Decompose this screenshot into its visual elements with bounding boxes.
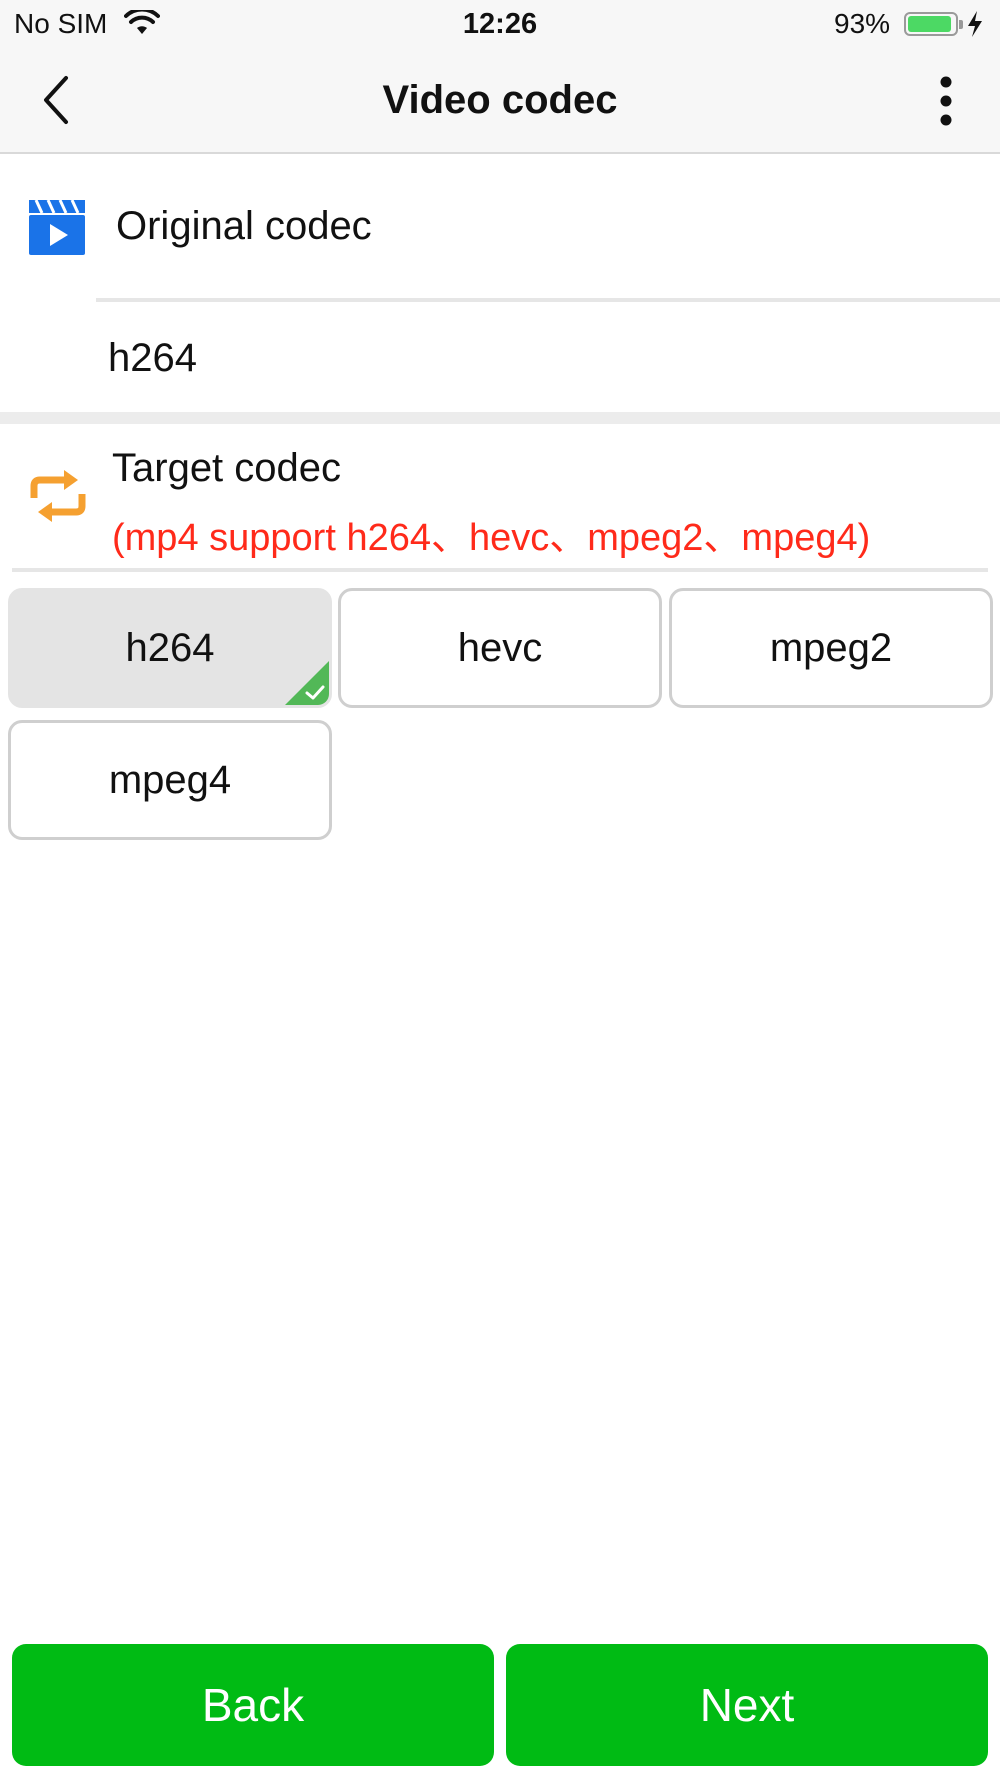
codec-option-label: hevc <box>457 625 543 670</box>
divider <box>12 568 988 572</box>
codec-option-label: mpeg4 <box>108 757 232 802</box>
original-codec-label: Original codec <box>116 204 372 248</box>
screen: No SIM 12:26 93% Video codec Original co… <box>0 0 1000 1778</box>
original-codec-value: h264 <box>108 336 197 380</box>
page-title: Video codec <box>382 78 618 122</box>
nav-bar: Video codec <box>0 48 1000 154</box>
back-button[interactable]: Back <box>12 1644 494 1766</box>
codec-option-mpeg4[interactable]: mpeg4 <box>8 720 332 840</box>
divider <box>96 298 1000 302</box>
battery-fill <box>908 16 951 32</box>
section-separator <box>0 412 1000 424</box>
video-clapper-icon <box>29 199 85 255</box>
codec-option-label: mpeg2 <box>769 625 893 670</box>
back-button-label: Back <box>201 1679 305 1731</box>
original-codec-row: Original codec <box>0 156 1000 300</box>
codec-option-hevc[interactable]: hevc <box>338 588 662 708</box>
codec-option-label: h264 <box>125 625 215 670</box>
next-button-label: Next <box>699 1679 795 1731</box>
checkmark-icon <box>305 685 325 700</box>
battery-icon <box>904 12 963 36</box>
target-codec-note: (mp4 support h264、hevc、mpeg2、mpeg4) <box>112 517 871 559</box>
battery-percent: 93% <box>834 8 891 39</box>
more-vertical-icon[interactable] <box>924 74 968 128</box>
convert-arrows-icon <box>30 470 86 522</box>
target-codec-label: Target codec <box>112 446 342 490</box>
next-button[interactable]: Next <box>506 1644 988 1766</box>
codec-option-h264[interactable]: h264 <box>8 588 332 708</box>
battery-nub <box>959 20 963 29</box>
charging-bolt-icon <box>968 11 982 37</box>
codec-option-mpeg2[interactable]: mpeg2 <box>669 588 993 708</box>
status-bar: No SIM 12:26 93% <box>0 0 1000 48</box>
